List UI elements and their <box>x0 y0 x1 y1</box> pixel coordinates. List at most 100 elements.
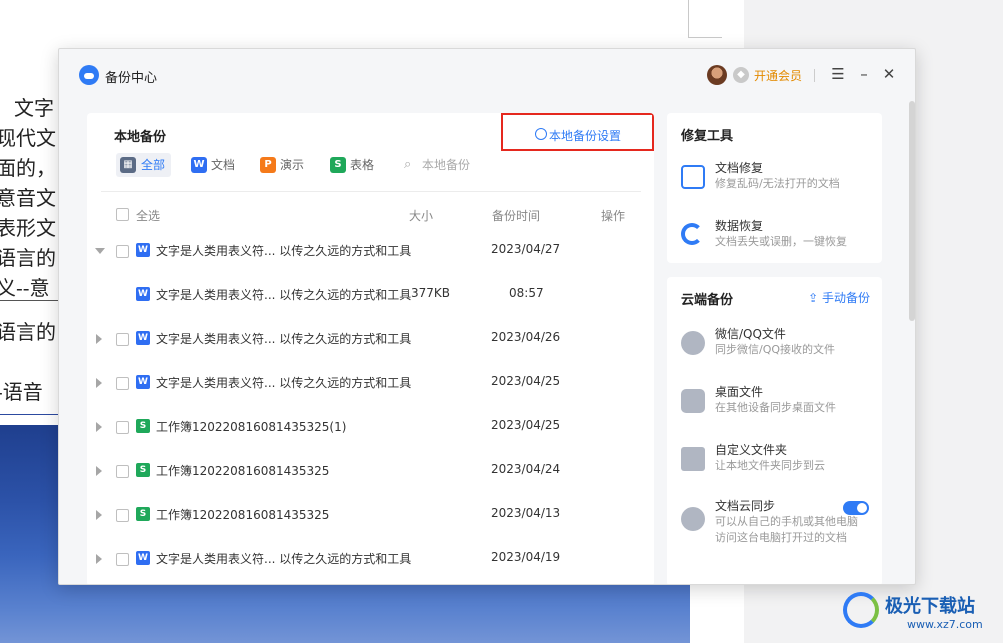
table-row[interactable]: S 工作簿120220816081435325 2023/04/13 <box>87 497 654 537</box>
row-checkbox[interactable] <box>116 465 129 478</box>
row-checkbox[interactable] <box>116 333 129 346</box>
doc-text-line: 表形文 <box>0 216 56 240</box>
document-repair-desc: 修复乱码/无法打开的文档 <box>715 177 840 190</box>
gear-icon <box>535 128 547 140</box>
local-backup-title: 本地备份 <box>114 130 167 145</box>
doc-cloud-sync-name: 文档云同步 <box>715 499 776 513</box>
desktop-files-item[interactable]: 桌面文件 在其他设备同步桌面文件 <box>667 381 882 425</box>
file-name: 文字是人类用表义符... 以传之久远的方式和工具 <box>156 376 412 390</box>
watermark-url: www.xz7.com <box>907 618 983 631</box>
file-name: 工作簿120220816081435325 <box>156 464 330 478</box>
filter-slides-tab[interactable]: P 演示 <box>260 153 304 177</box>
spreadsheet-file-icon: S <box>136 463 150 477</box>
custom-folder-item[interactable]: 自定义文件夹 让本地文件夹同步到云 <box>667 439 882 483</box>
desktop-files-desc: 在其他设备同步桌面文件 <box>715 401 836 414</box>
titlebar-separator <box>814 69 815 82</box>
cloud-backup-panel: 云端备份 ⇪ 手动备份 微信/QQ文件 同步微信/QQ接收的文件 桌面文件 在其… <box>667 277 882 584</box>
file-name: 文字是人类用表义符... 以传之久远的方式和工具 <box>156 288 412 302</box>
wechat-qq-files-item[interactable]: 微信/QQ文件 同步微信/QQ接收的文件 <box>667 323 882 367</box>
user-avatar[interactable] <box>707 65 727 85</box>
table-row[interactable]: W 文字是人类用表义符... 以传之久远的方式和工具 2023/04/19 <box>87 541 654 581</box>
doc-text-line: 现代文 <box>0 126 56 150</box>
table-row[interactable]: W 文字是人类用表义符... 以传之久远的方式和工具 2023/04/27 <box>87 233 654 273</box>
doc-text-line: 文字 <box>14 96 54 120</box>
doc-cloud-sync-toggle[interactable] <box>843 501 869 515</box>
vip-icon: ◆ <box>733 67 749 83</box>
doc-cloud-sync-item[interactable]: 文档云同步 可以从自己的手机或其他电脑 访问这台电脑打开过的文档 <box>667 495 882 555</box>
file-name: 工作簿120220816081435325(1) <box>156 420 347 434</box>
table-row[interactable]: S 工作簿120220816081435325 2023/04/24 <box>87 453 654 493</box>
expand-arrow-icon[interactable] <box>96 334 102 344</box>
table-row[interactable]: S 工作簿120220816081435325(1) 2023/04/25 <box>87 409 654 449</box>
data-recovery-name: 数据恢复 <box>715 219 764 233</box>
local-backup-settings-link[interactable]: 本地备份设置 <box>549 127 621 144</box>
page-corner-mark <box>688 0 722 38</box>
doc-text-line: 义--意 <box>0 276 50 300</box>
doc-text-line: -语音 <box>0 380 43 404</box>
file-name: 文字是人类用表义符... 以传之久远的方式和工具 <box>156 332 412 346</box>
dialog-scrollbar[interactable] <box>909 101 915 321</box>
writer-file-icon: W <box>136 551 150 565</box>
backup-time: 2023/04/27 <box>491 242 561 256</box>
backup-time: 2023/04/13 <box>491 506 561 520</box>
watermark-logo-icon <box>843 592 879 628</box>
doc-cloud-sync-desc-2: 访问这台电脑打开过的文档 <box>715 531 847 544</box>
spreadsheet-file-icon: S <box>136 419 150 433</box>
select-all-checkbox[interactable] <box>116 208 129 221</box>
close-icon[interactable]: ✕ <box>878 63 900 85</box>
backup-time: 2023/04/19 <box>491 550 561 564</box>
table-row[interactable]: W 文字是人类用表义符... 以传之久远的方式和工具 2023/04/25 <box>87 365 654 405</box>
doc-text-line: 面的， <box>0 156 56 180</box>
select-all-label: 全选 <box>136 209 161 223</box>
document-repair-item[interactable]: 文档修复 修复乱码/无法打开的文档 <box>667 157 882 201</box>
filter-tabs: ▦ 全部 W 文档 P 演示 S 表格 ⌕ 本地备份 <box>116 153 616 177</box>
cloud-backup-title: 云端备份 <box>681 293 734 308</box>
document-repair-name: 文档修复 <box>715 161 764 175</box>
table-row-child[interactable]: W 文字是人类用表义符... 以传之久远的方式和工具 377KB 08:57 <box>87 277 654 317</box>
writer-file-icon: W <box>136 243 150 257</box>
expand-arrow-icon[interactable] <box>96 422 102 432</box>
backup-time: 08:57 <box>509 286 544 300</box>
dialog-titlebar: 备份中心 ◆ 开通会员 ☰ – ✕ <box>59 49 915 103</box>
writer-file-icon: W <box>136 287 150 301</box>
manual-backup-label: 手动备份 <box>821 291 870 305</box>
search-placeholder: 本地备份 <box>422 158 471 172</box>
manual-backup-link[interactable]: ⇪ 手动备份 <box>808 289 870 306</box>
expand-arrow-icon[interactable] <box>96 466 102 476</box>
writer-file-icon: W <box>136 375 150 389</box>
open-vip-link[interactable]: 开通会员 <box>754 67 802 84</box>
wechat-qq-files-name: 微信/QQ文件 <box>715 327 786 341</box>
row-checkbox[interactable] <box>116 421 129 434</box>
row-checkbox[interactable] <box>116 509 129 522</box>
desktop-files-name: 桌面文件 <box>715 385 764 399</box>
local-backup-search[interactable]: ⌕ 本地备份 <box>404 153 470 177</box>
filter-sheets-tab[interactable]: S 表格 <box>330 153 374 177</box>
spreadsheet-icon: S <box>330 157 346 173</box>
filter-docs-tab[interactable]: W 文档 <box>191 153 235 177</box>
row-checkbox[interactable] <box>116 245 129 258</box>
filter-all-tab[interactable]: ▦ 全部 <box>116 153 172 177</box>
row-checkbox[interactable] <box>116 377 129 390</box>
expand-arrow-icon[interactable] <box>96 510 102 520</box>
data-recovery-item[interactable]: 数据恢复 文档丢失或误删，一键恢复 <box>667 215 882 259</box>
file-size: 377KB <box>411 286 451 300</box>
table-header: 全选 大小 备份时间 操作 <box>87 205 654 225</box>
data-recovery-icon <box>681 223 703 245</box>
spreadsheet-file-icon: S <box>136 507 150 521</box>
row-checkbox[interactable] <box>116 553 129 566</box>
expand-arrow-icon[interactable] <box>96 378 102 388</box>
expand-arrow-icon[interactable] <box>96 554 102 564</box>
filter-label: 表格 <box>350 158 375 172</box>
menu-icon[interactable]: ☰ <box>827 63 849 85</box>
doc-rule <box>0 300 58 301</box>
backup-cloud-icon <box>79 65 99 85</box>
table-row[interactable]: W 文字是人类用表义符... 以传之久远的方式和工具 2023/04/26 <box>87 321 654 361</box>
collapse-arrow-icon[interactable] <box>95 248 105 254</box>
grid-icon: ▦ <box>120 157 136 173</box>
folder-icon <box>681 447 705 471</box>
site-watermark: 极光下载站 www.xz7.com <box>843 588 1003 643</box>
upload-icon: ⇪ <box>808 291 822 305</box>
watermark-name: 极光下载站 <box>885 596 975 617</box>
minimize-icon[interactable]: – <box>853 63 875 85</box>
file-name: 文字是人类用表义符... 以传之久远的方式和工具 <box>156 244 412 258</box>
